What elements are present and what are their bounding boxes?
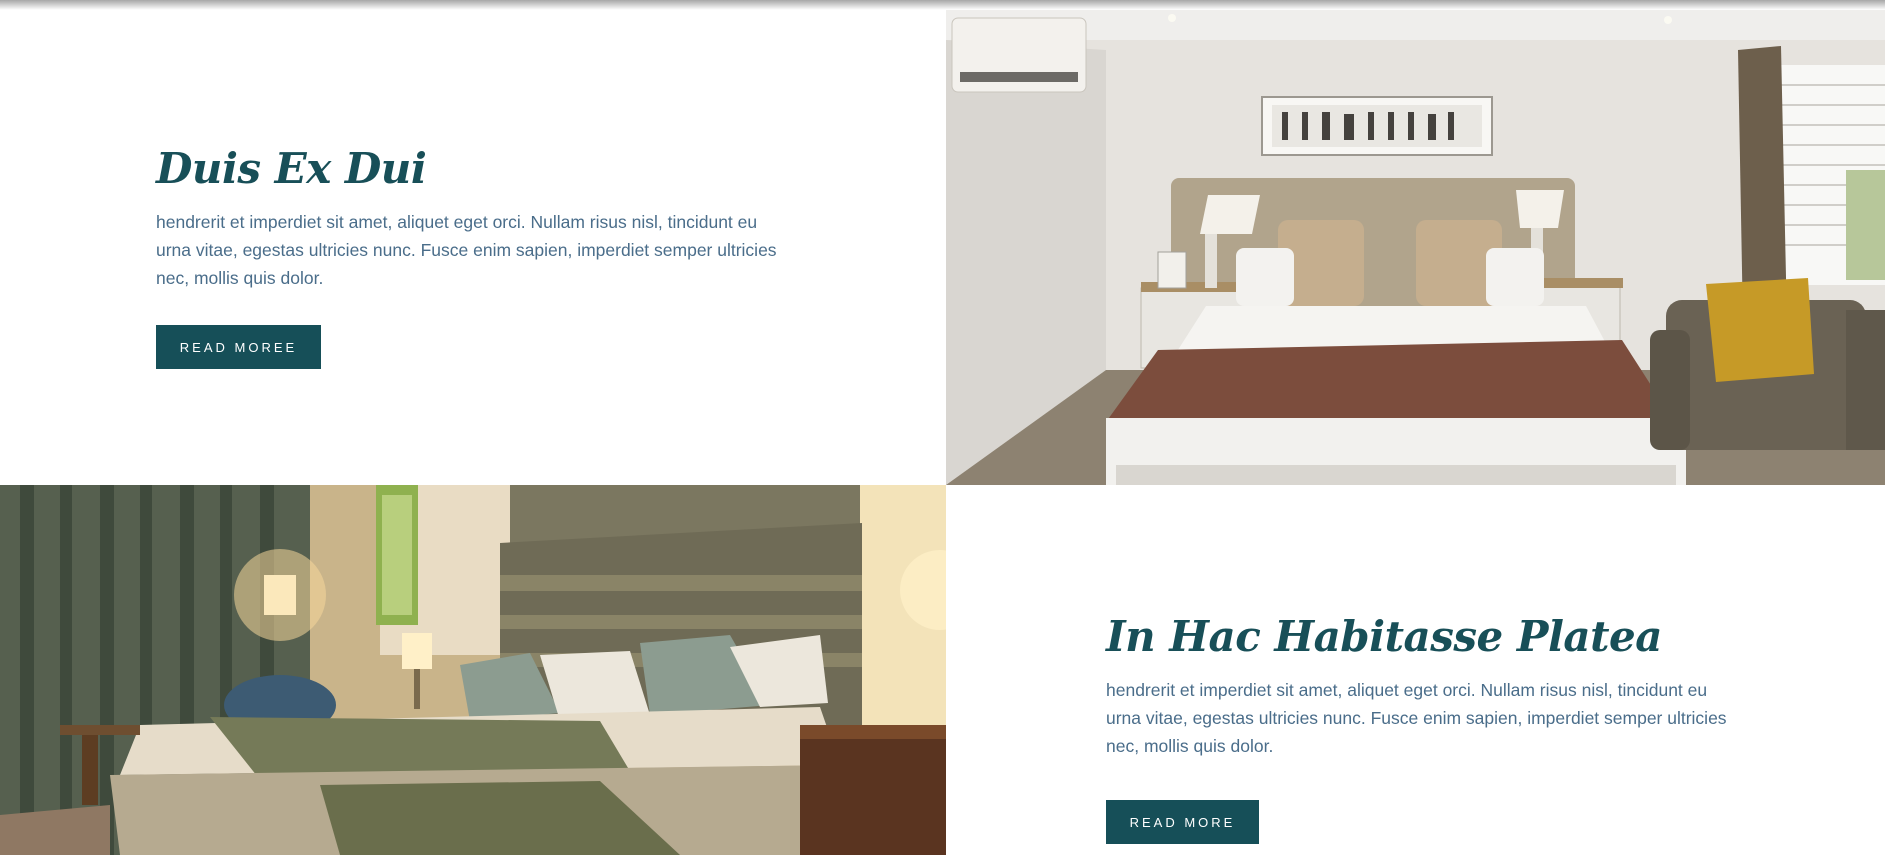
read-more-button[interactable]: READ MORE (1106, 800, 1259, 844)
header-shadow (0, 0, 1885, 10)
section-body-text: hendrerit et imperdiet sit amet, aliquet… (156, 212, 777, 288)
section-heading: In Hac Habitasse Platea (1106, 612, 1662, 661)
bedroom-photo (946, 10, 1885, 485)
section-body-text: hendrerit et imperdiet sit amet, aliquet… (1106, 680, 1727, 756)
feature-section-2: In Hac Habitasse Platea hendrerit et imp… (0, 485, 1885, 855)
feature-text-2: In Hac Habitasse Platea hendrerit et imp… (946, 485, 1885, 855)
feature-text-1: Duis Ex Dui hendrerit et imperdiet sit a… (0, 10, 946, 485)
hotel-room-photo (0, 485, 946, 855)
read-more-button[interactable]: READ MOREE (156, 325, 321, 369)
section-heading: Duis Ex Dui (156, 144, 427, 193)
page: Duis Ex Dui hendrerit et imperdiet sit a… (0, 0, 1885, 855)
feature-section-1: Duis Ex Dui hendrerit et imperdiet sit a… (0, 10, 1885, 485)
